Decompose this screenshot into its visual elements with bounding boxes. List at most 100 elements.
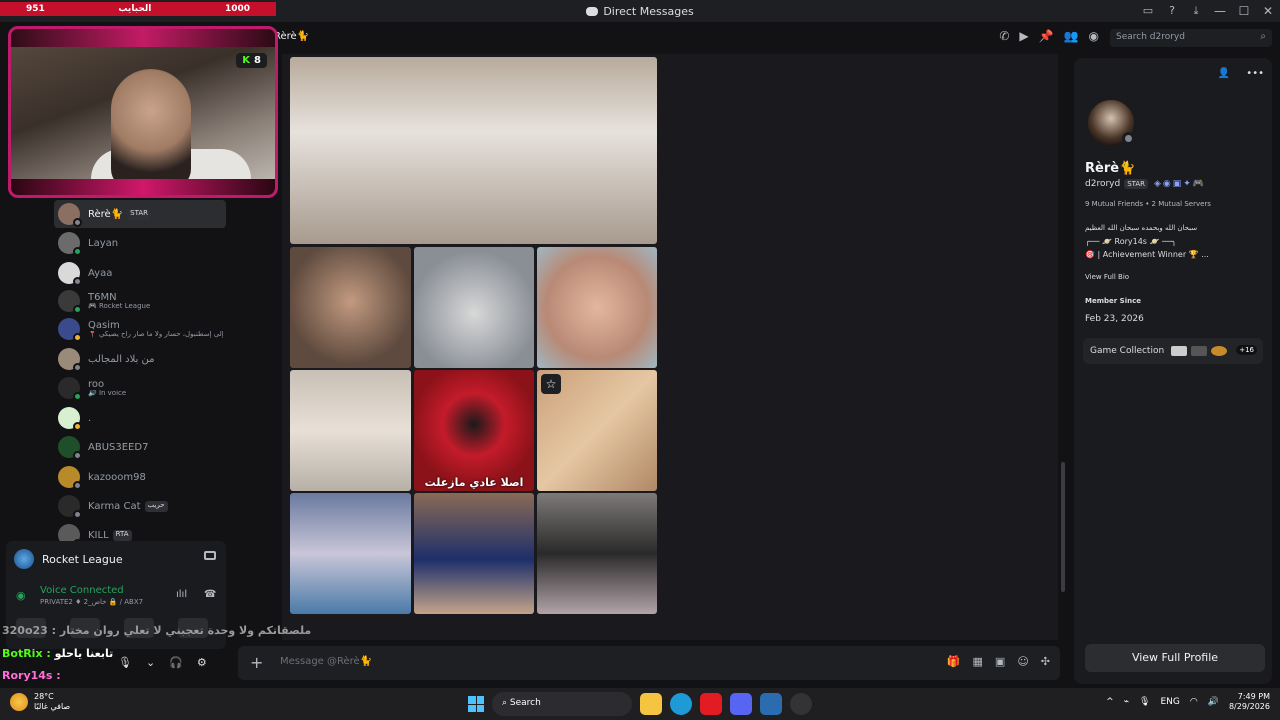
message-composer[interactable]: + Message @Rèrè🐈 🎁 ▦ ▣ ☺ ✣ [238,646,1060,680]
clock[interactable]: 7:49 PM 8/29/2026 [1229,692,1270,713]
bio-line: ╭── 🪐 Rory14s 🪐 ──╮ [1085,237,1177,246]
avatar [58,377,82,401]
media-toddler[interactable] [290,247,411,368]
dm-list-item[interactable]: Rèrè🐈 STAR [54,200,226,228]
apps-icon[interactable]: ✣ [1041,655,1050,668]
youtube-icon[interactable] [700,693,722,715]
status-indicator [73,247,82,256]
headphones-icon[interactable]: 🎧 [169,656,183,669]
search-input[interactable]: Search d2roryd ⌕ [1110,29,1272,47]
dm-list-item[interactable]: . [54,404,226,432]
sticker-icon[interactable]: ▣ [995,655,1005,668]
status-indicator [1122,132,1135,145]
media-cat-3d[interactable] [290,493,411,614]
webcam-overlay: K8 [8,26,278,198]
taskbar-search[interactable]: ⌕ Search [492,692,632,716]
view-full-profile-button[interactable]: View Full Profile [1085,644,1265,672]
scrollbar[interactable] [1061,462,1065,592]
gif-icon[interactable]: ▦ [973,655,983,668]
gift-icon[interactable]: 🎁 [947,655,961,668]
obs-icon[interactable] [790,693,812,715]
media-cartoon[interactable]: اصلا عادي مازعلت [414,370,534,491]
user-tag: STAR [127,208,151,220]
dm-list-item[interactable]: T6MN 🎮 Rocket League [54,287,226,315]
chevron-up-icon[interactable]: ^ [1106,697,1114,707]
minimize-button[interactable]: — [1208,0,1232,22]
message-area: اصلا عادي مازعلت ☆ [282,54,1058,640]
mutual-info[interactable]: 9 Mutual Friends • 2 Mutual Servers [1085,200,1211,208]
microphone-icon[interactable]: 🎙 [1139,697,1150,707]
dm-list-item[interactable]: Qasim 📍 إلى إسطنبول، حسار ولا ما صار راح … [54,315,226,343]
maximize-button[interactable]: ☐ [1232,0,1256,22]
profile-username: d2roryd STAR ◈◉▣✦🎮 [1085,179,1207,189]
dm-name: T6MN [88,291,117,303]
favorite-star-icon[interactable]: ☆ [541,374,561,394]
disconnect-icon[interactable]: ☎ [204,589,216,600]
edge-icon[interactable] [670,693,692,715]
noise-suppression-icon[interactable]: ılıl [176,589,187,600]
user-profile-icon[interactable]: ◉ [1089,29,1099,43]
dm-list-item[interactable]: roo 🔊 In voice [54,374,226,402]
avatar [58,290,82,314]
help-icon[interactable]: ? [1160,0,1184,22]
chat-line: Rory14s : [2,669,61,682]
avatar [58,407,82,431]
stream-chat-overlay: 320o23 : ملصقاتكم ولا وحدة تعجبني لا تعل… [0,618,330,686]
weather-widget[interactable]: 28°C صافي غالبًا [10,692,70,711]
dm-name: من بلاد المجالب [88,353,155,365]
shield-app-icon[interactable] [760,693,782,715]
member-since-date: Feb 23, 2026 [1085,314,1144,324]
avatar[interactable] [1084,96,1138,150]
network-icon[interactable]: ⌁ [1124,697,1129,707]
dm-name: roo [88,378,105,390]
emoji-icon[interactable]: ☺ [1017,655,1028,668]
wifi-icon[interactable]: ◠ [1190,697,1198,707]
status-indicator [73,451,82,460]
weather-icon [10,692,28,711]
voice-call-icon[interactable]: ✆ [999,29,1009,43]
media-baby-dance[interactable] [290,57,657,244]
main-panel: Rèrè🐈 ✆ ▶ 📌 👥 ◉ اصلا عادي مازعلت ☆ + Mess… [232,22,1099,682]
dm-list-item[interactable]: ABUS3EED7 [54,433,226,461]
media-girl-sunglasses[interactable] [414,493,534,614]
settings-gear-icon[interactable]: ⚙ [197,656,207,669]
video-call-icon[interactable]: ▶ [1019,29,1028,43]
chevron-down-icon[interactable]: ⌄ [146,656,155,669]
dm-list-item[interactable]: من بلاد المجالب [54,345,226,373]
user-controls: 🎙 ⌄ 🎧 ⚙ [118,656,207,669]
dm-activity: 📍 إلى إسطنبول، حسار ولا ما صار راح يصيكي… [88,330,223,338]
avatar [58,466,82,490]
language-indicator[interactable]: ENG [1160,697,1179,707]
add-friends-icon[interactable]: 👥 [1064,29,1079,43]
activity-row[interactable]: Rocket League [14,549,123,569]
game-collection[interactable]: Game Collection +16 [1083,338,1263,364]
download-icon[interactable]: ⤓ [1184,0,1208,22]
badges[interactable]: ◈◉▣✦🎮 [1154,179,1206,189]
mic-icon[interactable]: 🎙 [118,656,132,669]
media-crying-baby[interactable] [290,370,411,491]
status-indicator [73,305,82,314]
more-options-icon[interactable]: ••• [1246,68,1264,79]
volume-icon[interactable]: 🔊 [1208,697,1219,707]
dm-list-item[interactable]: Layan [54,229,226,257]
media-baby-closeup[interactable] [537,247,657,368]
view-full-bio-link[interactable]: View Full Bio [1085,273,1129,281]
media-figure[interactable] [537,493,657,614]
dm-list-item[interactable]: kazooom98 [54,463,226,491]
discord-taskbar-icon[interactable] [730,693,752,715]
add-friend-icon[interactable]: 👤 [1218,68,1230,79]
inbox-icon[interactable]: ▭ [1136,0,1160,22]
avatar [58,262,82,286]
dm-list-item[interactable]: Ayaa [54,259,226,287]
media-hand[interactable]: ☆ [537,370,657,491]
pin-icon[interactable]: 📌 [1039,29,1054,43]
file-explorer-icon[interactable] [640,693,662,715]
user-tag: حريب [144,500,168,512]
screen-share-icon[interactable] [204,551,216,560]
dm-list-item[interactable]: Karma Cat حريب [54,492,226,520]
close-button[interactable]: ✕ [1256,0,1280,22]
game-thumb [1211,346,1227,356]
start-button[interactable] [468,696,484,712]
media-cat-face[interactable] [414,247,534,368]
voice-channel[interactable]: PRIVATE2 ♦ 2_خاص 🔒 / ABX7 [40,598,143,606]
